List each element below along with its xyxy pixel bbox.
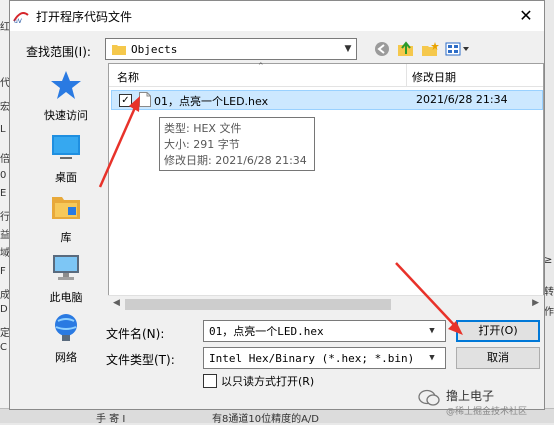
place-label: 桌面 xyxy=(55,171,77,184)
places-bar: 快速访问 桌面 库 此电脑 网络 xyxy=(26,63,106,364)
bg-text: 转 xyxy=(544,287,554,298)
place-network[interactable]: 网络 xyxy=(26,311,106,365)
view-menu-icon xyxy=(445,42,469,56)
toolbar xyxy=(372,39,472,59)
new-folder-button[interactable] xyxy=(420,39,440,59)
column-divider[interactable] xyxy=(406,64,407,86)
lookin-combo[interactable]: Objects ▼ xyxy=(105,38,357,60)
up-folder-icon xyxy=(398,41,413,56)
place-label: 网络 xyxy=(55,351,77,364)
chevron-down-icon[interactable]: ▼ xyxy=(424,326,440,336)
bg-text: C xyxy=(0,342,7,353)
place-this-pc[interactable]: 此电脑 xyxy=(26,251,106,305)
background-app-right-edge: ≥ 转 作 xyxy=(544,255,554,345)
tooltip-size: 大小: 291 字节 xyxy=(164,138,240,151)
tooltip-modified: 修改日期: 2021/6/28 21:34 xyxy=(164,154,307,167)
chevron-down-icon[interactable]: ▼ xyxy=(424,353,440,363)
scroll-left-icon[interactable]: ◀ xyxy=(113,298,120,308)
library-icon xyxy=(52,197,80,219)
place-label: 库 xyxy=(60,231,72,244)
readonly-checkbox[interactable] xyxy=(203,374,217,388)
filetype-select[interactable]: Intel Hex/Binary (*.hex; *.bin) ▼ xyxy=(203,347,446,369)
file-name: 01，点亮一个LED.hex xyxy=(154,95,269,108)
readonly-label: 以只读方式打开(R) xyxy=(221,375,315,388)
window-title: 打开程序代码文件 xyxy=(36,9,133,24)
watermark: 撸上电子 @稀土掘金技术社区 xyxy=(408,384,554,423)
filetype-label: 文件类型(T): xyxy=(106,353,175,367)
lookin-value: Objects xyxy=(131,42,178,56)
svg-text:uV: uV xyxy=(14,18,23,25)
filename-label: 文件名(N): xyxy=(106,327,165,341)
file-tooltip: 类型: HEX 文件 大小: 291 字节 修改日期: 2021/6/28 21… xyxy=(159,117,315,171)
sort-up-icon: ⌃ xyxy=(257,62,265,72)
bg-text: E xyxy=(0,188,7,199)
place-library[interactable]: 库 xyxy=(26,191,106,245)
close-icon[interactable]: ✕ xyxy=(518,8,534,24)
new-folder-icon xyxy=(422,42,439,56)
file-list[interactable]: ⌃ 名称 修改日期 ✓ 01，点亮一个LED.hex 2021/6/28 21:… xyxy=(108,62,544,313)
keil-app-icon: uV xyxy=(12,7,30,25)
column-header-name[interactable]: 名称 xyxy=(117,69,139,85)
bg-text: F xyxy=(0,266,6,277)
file-icon xyxy=(139,92,151,107)
bg-text: 作 xyxy=(544,307,554,318)
view-menu-button[interactable] xyxy=(444,39,472,59)
filename-combo[interactable]: 01，点亮一个LED.hex ▼ xyxy=(203,320,446,342)
folder-icon xyxy=(112,44,126,55)
network-icon xyxy=(55,314,77,341)
filename-input[interactable]: 01，点亮一个LED.hex xyxy=(209,323,424,339)
place-label: 快速访问 xyxy=(44,109,88,122)
bg-text: D xyxy=(0,304,8,315)
file-date: 2021/6/28 21:34 xyxy=(416,93,508,106)
place-desktop[interactable]: 桌面 xyxy=(26,131,106,185)
quick-access-icon xyxy=(51,71,81,99)
filetype-value: Intel Hex/Binary (*.hex; *.bin) xyxy=(209,351,415,365)
lookin-label: 查找范围(I): xyxy=(26,45,91,59)
bg-text: L xyxy=(0,124,6,135)
back-icon xyxy=(375,42,389,56)
desktop-icon xyxy=(52,135,80,159)
place-quick-access[interactable]: 快速访问 xyxy=(26,69,106,123)
file-row[interactable]: ✓ 01，点亮一个LED.hex 2021/6/28 21:34 xyxy=(111,90,543,110)
this-pc-icon xyxy=(53,255,79,280)
cancel-button[interactable]: 取消 xyxy=(456,347,540,369)
row-checkbox[interactable]: ✓ xyxy=(119,94,132,107)
wechat-bubble-icon xyxy=(418,389,440,406)
bg-text: ≥ xyxy=(544,255,553,266)
file-list-header: ⌃ 名称 修改日期 xyxy=(109,62,543,87)
scroll-right-icon[interactable]: ▶ xyxy=(532,298,539,308)
place-label: 此电脑 xyxy=(49,291,83,304)
open-file-dialog: uV 打开程序代码文件 ✕ 查找范围(I): Objects ▼ 快速访问 桌面… xyxy=(9,0,545,410)
up-folder-button[interactable] xyxy=(396,39,416,59)
readonly-option[interactable]: 以只读方式打开(R) xyxy=(203,373,314,389)
back-button[interactable] xyxy=(372,39,392,59)
horizontal-scrollbar[interactable]: ◀ ▶ xyxy=(108,295,544,313)
watermark-name: 撸上电子 xyxy=(446,389,495,403)
open-button[interactable]: 打开(O) xyxy=(456,320,540,342)
scrollbar-thumb[interactable] xyxy=(125,299,391,310)
bg-text: 0 xyxy=(0,170,7,181)
column-header-date[interactable]: 修改日期 xyxy=(412,69,456,85)
title-bar: uV 打开程序代码文件 ✕ xyxy=(10,1,544,31)
tooltip-type: 类型: HEX 文件 xyxy=(164,122,242,135)
watermark-sub: @稀土掘金技术社区 xyxy=(446,407,528,417)
chevron-down-icon: ▼ xyxy=(344,44,352,54)
